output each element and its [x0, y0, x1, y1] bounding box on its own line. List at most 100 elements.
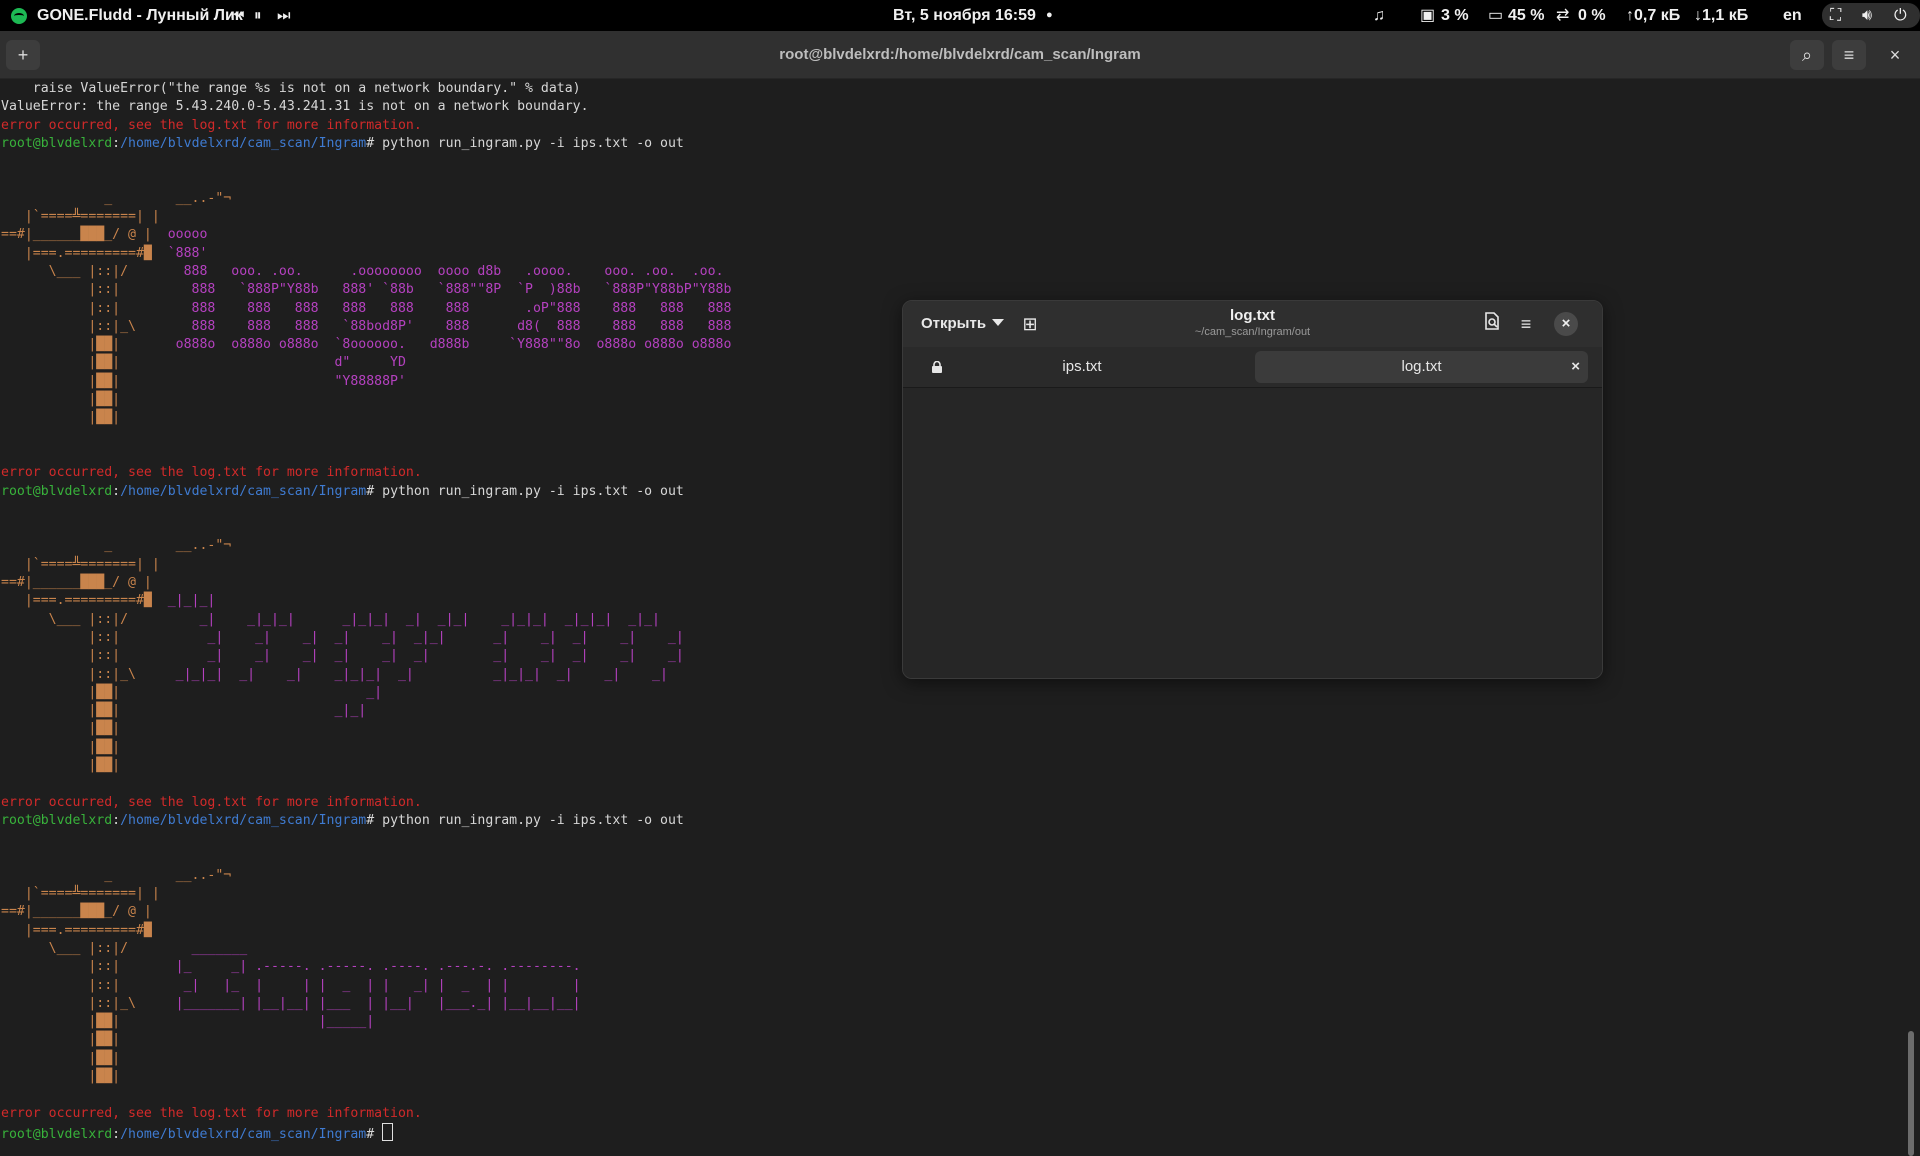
close-icon[interactable]: ×: [1878, 40, 1912, 70]
terminal-text: |██|: [1, 739, 121, 755]
terminal-text: _ __..-"¬: [1, 190, 232, 206]
terminal-text: /home/blvdelxrd/cam_scan/Ingram: [120, 483, 367, 499]
document-search-icon[interactable]: [1479, 311, 1505, 337]
terminal-text: |██|: [1, 703, 176, 719]
terminal-text: error occurred, see the log.txt for more…: [1, 1105, 422, 1121]
memory-icon: ▭: [1488, 7, 1504, 24]
volume-icon: 🔊︎: [1862, 7, 1873, 24]
terminal-line: |██|: [1, 1050, 731, 1068]
pause-icon[interactable]: ⏸: [254, 0, 262, 31]
terminal-text: ==#|______███_/ @ |: [1, 227, 168, 243]
terminal-text: _| |_ | | | _ | | _| | _ | | |: [175, 977, 581, 993]
search-icon[interactable]: ⌕: [1790, 40, 1824, 70]
music-icon[interactable]: ♫: [1373, 0, 1385, 31]
notification-dot: ●: [1046, 9, 1053, 21]
now-playing-title[interactable]: GONE.Fludd - Лунный Лик: [37, 0, 243, 31]
keyboard-layout[interactable]: en: [1783, 0, 1802, 31]
terminal-line: |`====╩=======| |: [1, 208, 731, 226]
terminal-text: |::|_\: [1, 666, 176, 682]
terminal-line: root@blvdelxrd:/home/blvdelxrd/cam_scan/…: [1, 483, 731, 501]
terminal-text: d" YD: [175, 355, 406, 371]
clock[interactable]: Вт, 5 ноября 16:59: [893, 0, 1036, 31]
terminal-line: error occurred, see the log.txt for more…: [1, 794, 731, 812]
terminal-text: |██|: [1, 337, 176, 353]
terminal-line: ==#|______███_/ @ |: [1, 574, 731, 592]
tab-log-txt[interactable]: log.txt ×: [1255, 351, 1588, 383]
terminal-line: _ __..-"¬: [1, 867, 731, 885]
terminal-line: |`====╩=======| |: [1, 556, 731, 574]
terminal-line: |===.=========#█: [1, 922, 731, 940]
terminal-text: _|: [175, 684, 383, 700]
cpu-usage[interactable]: 3 %: [1441, 0, 1469, 31]
terminal-text: ValueError: the range 5.43.240.0-5.43.24…: [1, 99, 589, 115]
terminal-line: root@blvdelxrd:/home/blvdelxrd/cam_scan/…: [1, 1122, 731, 1144]
tab-ips-txt[interactable]: ips.txt: [917, 351, 1247, 383]
tab-bar: ips.txt log.txt ×: [903, 347, 1602, 388]
terminal-text: |::|_\: [1, 318, 176, 334]
terminal-line: |===.=========#█ _|_|_|: [1, 592, 731, 610]
terminal-line: |::| 888 `888P"Y88b 888' `88b `888""8P `…: [1, 281, 731, 299]
terminal-text: _| _| _| _| _| _| _| _| _| _| _|: [175, 648, 684, 664]
terminal-text: 888 `888P"Y88b 888' `88b `888""8P `P )88…: [175, 282, 732, 298]
terminal-text: |_ _| .-----. .-----. .----. .---.-. .--…: [175, 959, 581, 975]
terminal-text: :: [112, 483, 121, 499]
next-track-icon[interactable]: ⏭: [277, 0, 291, 31]
swap-icon: ⇄: [1556, 7, 1570, 24]
terminal-line: |██|: [1, 409, 731, 427]
terminal-line: |::| _| _| _| _| _| _| _| _| _| _| _|: [1, 647, 731, 665]
hamburger-menu-icon[interactable]: ≡: [1513, 311, 1539, 337]
terminal-text: |`====╩=======| |: [1, 886, 160, 902]
close-button[interactable]: ×: [1554, 312, 1578, 336]
terminal-text: /home/blvdelxrd/cam_scan/Ingram: [120, 1126, 367, 1142]
system-menu[interactable]: ⛶ 🔊︎ ⏻: [1822, 3, 1920, 28]
swap-usage[interactable]: 0 %: [1578, 0, 1606, 31]
terminal-line: error occurred, see the log.txt for more…: [1, 117, 731, 135]
terminal-line: |██| _|: [1, 684, 731, 702]
editor-text-area[interactable]: [903, 388, 1602, 678]
terminal-line: |===.=========#█ `888': [1, 245, 731, 263]
terminal-output: raise ValueError("the range %s is not on…: [1, 80, 731, 1144]
tab-label: log.txt: [1401, 358, 1442, 375]
terminal-line: |██|: [1, 739, 731, 757]
terminal-text: |██|: [1, 757, 121, 773]
upload-speed[interactable]: ↑0,7 кБ: [1626, 0, 1680, 31]
terminal-line: ==#|______███_/ @ | ooooo: [1, 226, 731, 244]
text-editor-window[interactable]: Открыть ⊞ log.txt ~/cam_scan/Ingram/out …: [902, 300, 1603, 679]
terminal-text: |██|: [1, 1014, 176, 1030]
terminal-text: /home/blvdelxrd/cam_scan/Ingram: [120, 812, 367, 828]
terminal-text: |██|: [1, 1050, 121, 1066]
terminal-text: |::|: [1, 282, 176, 298]
terminal-text: |██|: [1, 355, 176, 371]
terminal-text: \___ |::|/: [1, 263, 168, 279]
terminal-line: root@blvdelxrd:/home/blvdelxrd/cam_scan/…: [1, 135, 731, 153]
terminal-text: |::|: [1, 648, 176, 664]
terminal-text: |`====╩=======| |: [1, 556, 160, 572]
scrollbar[interactable]: [1908, 1031, 1914, 1156]
terminal-line: raise ValueError("the range %s is not on…: [1, 80, 731, 98]
terminal-text: |_____|: [175, 1014, 375, 1030]
terminal-text: error occurred, see the log.txt for more…: [1, 794, 422, 810]
terminal-line: _ __..-"¬: [1, 537, 731, 555]
spotify-icon[interactable]: [11, 8, 27, 24]
terminal-line: ==#|______███_/ @ |: [1, 903, 731, 921]
terminal-text: |██|: [1, 684, 176, 700]
terminal-text: #: [366, 1126, 383, 1142]
terminal-text: _| _| _| _| _| _|_| _| _| _| _| _|: [175, 629, 684, 645]
terminal-text: /home/blvdelxrd/cam_scan/Ingram: [120, 135, 367, 151]
menu-icon[interactable]: ≡: [1832, 40, 1866, 70]
terminal-text: |===.=========#█: [1, 593, 168, 609]
terminal-text: |===.=========#█: [1, 922, 152, 938]
previous-track-icon[interactable]: ⏮: [231, 0, 245, 31]
terminal-text: root@blvdelxrd: [1, 812, 113, 828]
terminal-line: |::| _| _| _| _| _| _|_| _| _| _| _| _|: [1, 629, 731, 647]
terminal-line: |██|: [1, 1031, 731, 1049]
download-speed[interactable]: ↓1,1 кБ: [1694, 0, 1748, 31]
memory-usage[interactable]: 45 %: [1508, 0, 1544, 31]
tab-close-icon[interactable]: ×: [1571, 351, 1580, 383]
terminal-line: root@blvdelxrd:/home/blvdelxrd/cam_scan/…: [1, 812, 731, 830]
